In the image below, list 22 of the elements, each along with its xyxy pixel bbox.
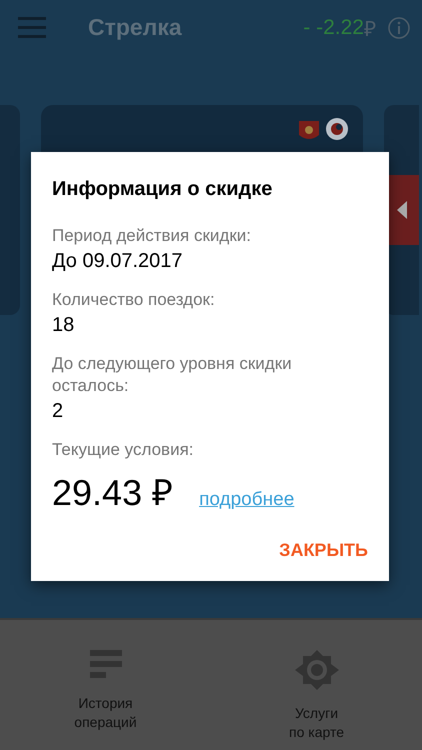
nav-item[interactable]: История операций	[0, 620, 211, 750]
list-icon	[90, 650, 122, 680]
field-label: Текущие условия:	[52, 439, 195, 461]
balance-amount: - -2.22	[303, 16, 364, 40]
app-title: Стрелка	[88, 14, 183, 41]
details-link[interactable]: подробнее	[199, 489, 294, 511]
field-label: Количество поездок:	[52, 289, 216, 311]
info-icon[interactable]	[388, 16, 410, 38]
field-value: 18	[52, 314, 76, 337]
field-value: До 09.07.2017	[52, 250, 184, 273]
price-value: 29.43 ₽	[52, 471, 174, 515]
settings-icon	[294, 650, 338, 690]
dialog-title: Информация о скидке	[52, 178, 274, 201]
field-value: 2	[52, 400, 64, 423]
close-button[interactable]: ЗАКРЫТЬ	[279, 540, 368, 561]
nav-item[interactable]: Услуги по карте	[211, 620, 422, 750]
arrow-left-icon[interactable]	[396, 201, 406, 219]
logo-icon	[325, 117, 349, 141]
menu-icon[interactable]	[18, 16, 46, 38]
field-label: До следующего уровня скидки осталось:	[52, 353, 293, 397]
currency-sign: ₽	[364, 16, 376, 42]
field-label: Период действия скидки:	[52, 225, 252, 247]
